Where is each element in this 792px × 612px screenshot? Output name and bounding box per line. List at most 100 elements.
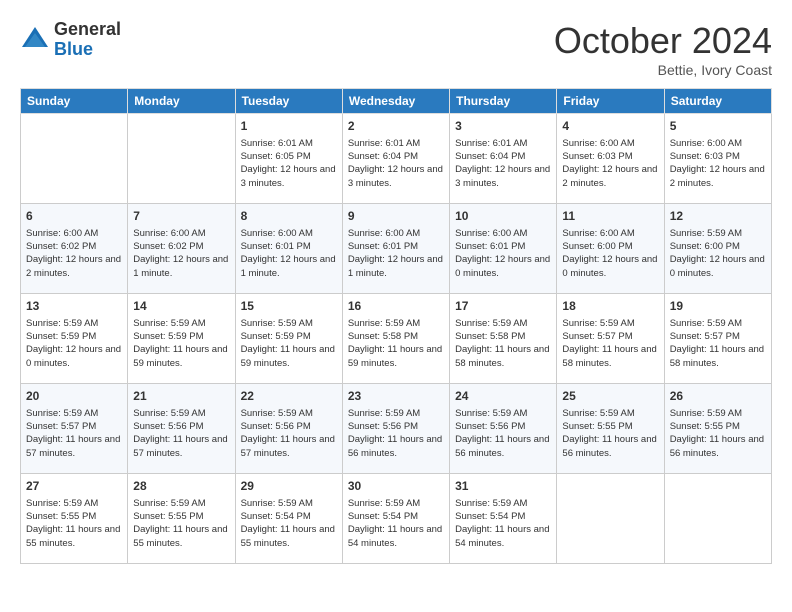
day-info: Sunrise: 5:59 AM Sunset: 5:54 PM Dayligh…: [348, 497, 444, 550]
day-info: Sunrise: 5:59 AM Sunset: 5:58 PM Dayligh…: [455, 317, 551, 370]
calendar-day-cell: 23Sunrise: 5:59 AM Sunset: 5:56 PM Dayli…: [342, 384, 449, 474]
day-info: Sunrise: 6:00 AM Sunset: 6:03 PM Dayligh…: [562, 137, 658, 190]
calendar-day-cell: [21, 114, 128, 204]
day-info: Sunrise: 5:59 AM Sunset: 5:57 PM Dayligh…: [562, 317, 658, 370]
calendar-day-header: Wednesday: [342, 89, 449, 114]
day-info: Sunrise: 5:59 AM Sunset: 5:57 PM Dayligh…: [670, 317, 766, 370]
day-info: Sunrise: 5:59 AM Sunset: 5:56 PM Dayligh…: [455, 407, 551, 460]
day-info: Sunrise: 6:00 AM Sunset: 6:02 PM Dayligh…: [133, 227, 229, 280]
calendar-day-cell: 10 Sunrise: 6:00 AM Sunset: 6:01 PM Dayli…: [450, 204, 557, 294]
day-number: 25: [562, 388, 658, 405]
day-number: 24: [455, 388, 551, 405]
calendar-day-cell: 15Sunrise: 5:59 AM Sunset: 5:59 PM Dayli…: [235, 294, 342, 384]
logo-general-text: General: [54, 20, 121, 40]
calendar-day-cell: [128, 114, 235, 204]
day-number: 2: [348, 118, 444, 135]
day-number: 3: [455, 118, 551, 135]
calendar-day-cell: 4 Sunrise: 6:00 AM Sunset: 6:03 PM Daylig…: [557, 114, 664, 204]
calendar-day-cell: 6Sunrise: 6:00 AM Sunset: 6:02 PM Daylig…: [21, 204, 128, 294]
logo: General Blue: [20, 20, 121, 60]
day-number: 11: [562, 208, 658, 225]
calendar-day-cell: 29 Sunrise: 5:59 AM Sunset: 5:54 PM Dayli…: [235, 474, 342, 564]
day-number: 8: [241, 208, 337, 225]
calendar-day-cell: 17 Sunrise: 5:59 AM Sunset: 5:58 PM Dayli…: [450, 294, 557, 384]
calendar-day-cell: 21Sunrise: 5:59 AM Sunset: 5:56 PM Dayli…: [128, 384, 235, 474]
calendar-day-header: Friday: [557, 89, 664, 114]
calendar-week-row: 27Sunrise: 5:59 AM Sunset: 5:55 PM Dayli…: [21, 474, 772, 564]
calendar-day-cell: 9Sunrise: 6:00 AM Sunset: 6:01 PM Daylig…: [342, 204, 449, 294]
day-number: 4: [562, 118, 658, 135]
calendar-day-cell: 3 Sunrise: 6:01 AM Sunset: 6:04 PM Daylig…: [450, 114, 557, 204]
calendar-day-cell: 5 Sunrise: 6:00 AM Sunset: 6:03 PM Daylig…: [664, 114, 771, 204]
day-info: Sunrise: 5:59 AM Sunset: 5:55 PM Dayligh…: [670, 407, 766, 460]
calendar-day-header: Monday: [128, 89, 235, 114]
day-info: Sunrise: 6:00 AM Sunset: 6:01 PM Dayligh…: [241, 227, 337, 280]
day-number: 26: [670, 388, 766, 405]
calendar-day-cell: 1 Sunrise: 6:01 AM Sunset: 6:05 PM Daylig…: [235, 114, 342, 204]
day-number: 31: [455, 478, 551, 495]
calendar-day-cell: 20Sunrise: 5:59 AM Sunset: 5:57 PM Dayli…: [21, 384, 128, 474]
day-info: Sunrise: 6:00 AM Sunset: 6:01 PM Dayligh…: [455, 227, 551, 280]
day-info: Sunrise: 5:59 AM Sunset: 5:54 PM Dayligh…: [241, 497, 337, 550]
day-number: 18: [562, 298, 658, 315]
title-block: October 2024 Bettie, Ivory Coast: [554, 20, 772, 78]
day-number: 30: [348, 478, 444, 495]
calendar-day-cell: 18 Sunrise: 5:59 AM Sunset: 5:57 PM Dayli…: [557, 294, 664, 384]
day-info: Sunrise: 5:59 AM Sunset: 5:54 PM Dayligh…: [455, 497, 551, 550]
day-info: Sunrise: 6:01 AM Sunset: 6:05 PM Dayligh…: [241, 137, 337, 190]
day-info: Sunrise: 5:59 AM Sunset: 6:00 PM Dayligh…: [670, 227, 766, 280]
day-info: Sunrise: 5:59 AM Sunset: 5:56 PM Dayligh…: [348, 407, 444, 460]
day-number: 21: [133, 388, 229, 405]
logo-blue-text: Blue: [54, 40, 121, 60]
calendar-day-cell: 11 Sunrise: 6:00 AM Sunset: 6:00 PM Dayli…: [557, 204, 664, 294]
day-number: 13: [26, 298, 122, 315]
day-info: Sunrise: 6:00 AM Sunset: 6:03 PM Dayligh…: [670, 137, 766, 190]
day-number: 1: [241, 118, 337, 135]
calendar-day-cell: 24 Sunrise: 5:59 AM Sunset: 5:56 PM Dayli…: [450, 384, 557, 474]
calendar-day-cell: 2 Sunrise: 6:01 AM Sunset: 6:04 PM Daylig…: [342, 114, 449, 204]
day-number: 20: [26, 388, 122, 405]
calendar-day-cell: 13 Sunrise: 5:59 AM Sunset: 5:59 PM Dayli…: [21, 294, 128, 384]
calendar-day-cell: [664, 474, 771, 564]
calendar-day-cell: 12 Sunrise: 5:59 AM Sunset: 6:00 PM Dayli…: [664, 204, 771, 294]
day-number: 6: [26, 208, 122, 225]
day-number: 28: [133, 478, 229, 495]
calendar-day-cell: 7 Sunrise: 6:00 AM Sunset: 6:02 PM Daylig…: [128, 204, 235, 294]
calendar-day-cell: 28 Sunrise: 5:59 AM Sunset: 5:55 PM Dayli…: [128, 474, 235, 564]
day-info: Sunrise: 5:59 AM Sunset: 5:55 PM Dayligh…: [562, 407, 658, 460]
calendar-day-cell: 26 Sunrise: 5:59 AM Sunset: 5:55 PM Dayli…: [664, 384, 771, 474]
calendar-week-row: 1 Sunrise: 6:01 AM Sunset: 6:05 PM Daylig…: [21, 114, 772, 204]
day-info: Sunrise: 5:59 AM Sunset: 5:59 PM Dayligh…: [133, 317, 229, 370]
day-info: Sunrise: 6:01 AM Sunset: 6:04 PM Dayligh…: [455, 137, 551, 190]
calendar-day-cell: 31 Sunrise: 5:59 AM Sunset: 5:54 PM Dayli…: [450, 474, 557, 564]
location-subtitle: Bettie, Ivory Coast: [554, 62, 772, 78]
calendar-day-cell: [557, 474, 664, 564]
day-info: Sunrise: 5:59 AM Sunset: 5:55 PM Dayligh…: [26, 497, 122, 550]
calendar-day-cell: 14 Sunrise: 5:59 AM Sunset: 5:59 PM Dayli…: [128, 294, 235, 384]
calendar-day-cell: 19 Sunrise: 5:59 AM Sunset: 5:57 PM Dayli…: [664, 294, 771, 384]
day-number: 10: [455, 208, 551, 225]
calendar-day-header: Tuesday: [235, 89, 342, 114]
day-number: 19: [670, 298, 766, 315]
day-info: Sunrise: 5:59 AM Sunset: 5:55 PM Dayligh…: [133, 497, 229, 550]
month-title: October 2024: [554, 20, 772, 62]
day-info: Sunrise: 5:59 AM Sunset: 5:56 PM Dayligh…: [241, 407, 337, 460]
calendar-week-row: 6 Sunrise: 6:00 AM Sunset: 6:02 PM Daylig…: [21, 204, 772, 294]
day-number: 22: [241, 388, 337, 405]
day-number: 14: [133, 298, 229, 315]
logo-icon: [20, 25, 50, 55]
day-number: 29: [241, 478, 337, 495]
calendar-day-cell: 27Sunrise: 5:59 AM Sunset: 5:55 PM Dayli…: [21, 474, 128, 564]
calendar-day-cell: 16Sunrise: 5:59 AM Sunset: 5:58 PM Dayli…: [342, 294, 449, 384]
day-info: Sunrise: 6:01 AM Sunset: 6:04 PM Dayligh…: [348, 137, 444, 190]
day-number: 5: [670, 118, 766, 135]
day-info: Sunrise: 5:59 AM Sunset: 5:59 PM Dayligh…: [26, 317, 122, 370]
calendar-day-cell: 22 Sunrise: 5:59 AM Sunset: 5:56 PM Dayli…: [235, 384, 342, 474]
day-info: Sunrise: 6:00 AM Sunset: 6:00 PM Dayligh…: [562, 227, 658, 280]
day-number: 12: [670, 208, 766, 225]
day-number: 9: [348, 208, 444, 225]
day-number: 17: [455, 298, 551, 315]
day-number: 16: [348, 298, 444, 315]
day-number: 15: [241, 298, 337, 315]
day-number: 7: [133, 208, 229, 225]
